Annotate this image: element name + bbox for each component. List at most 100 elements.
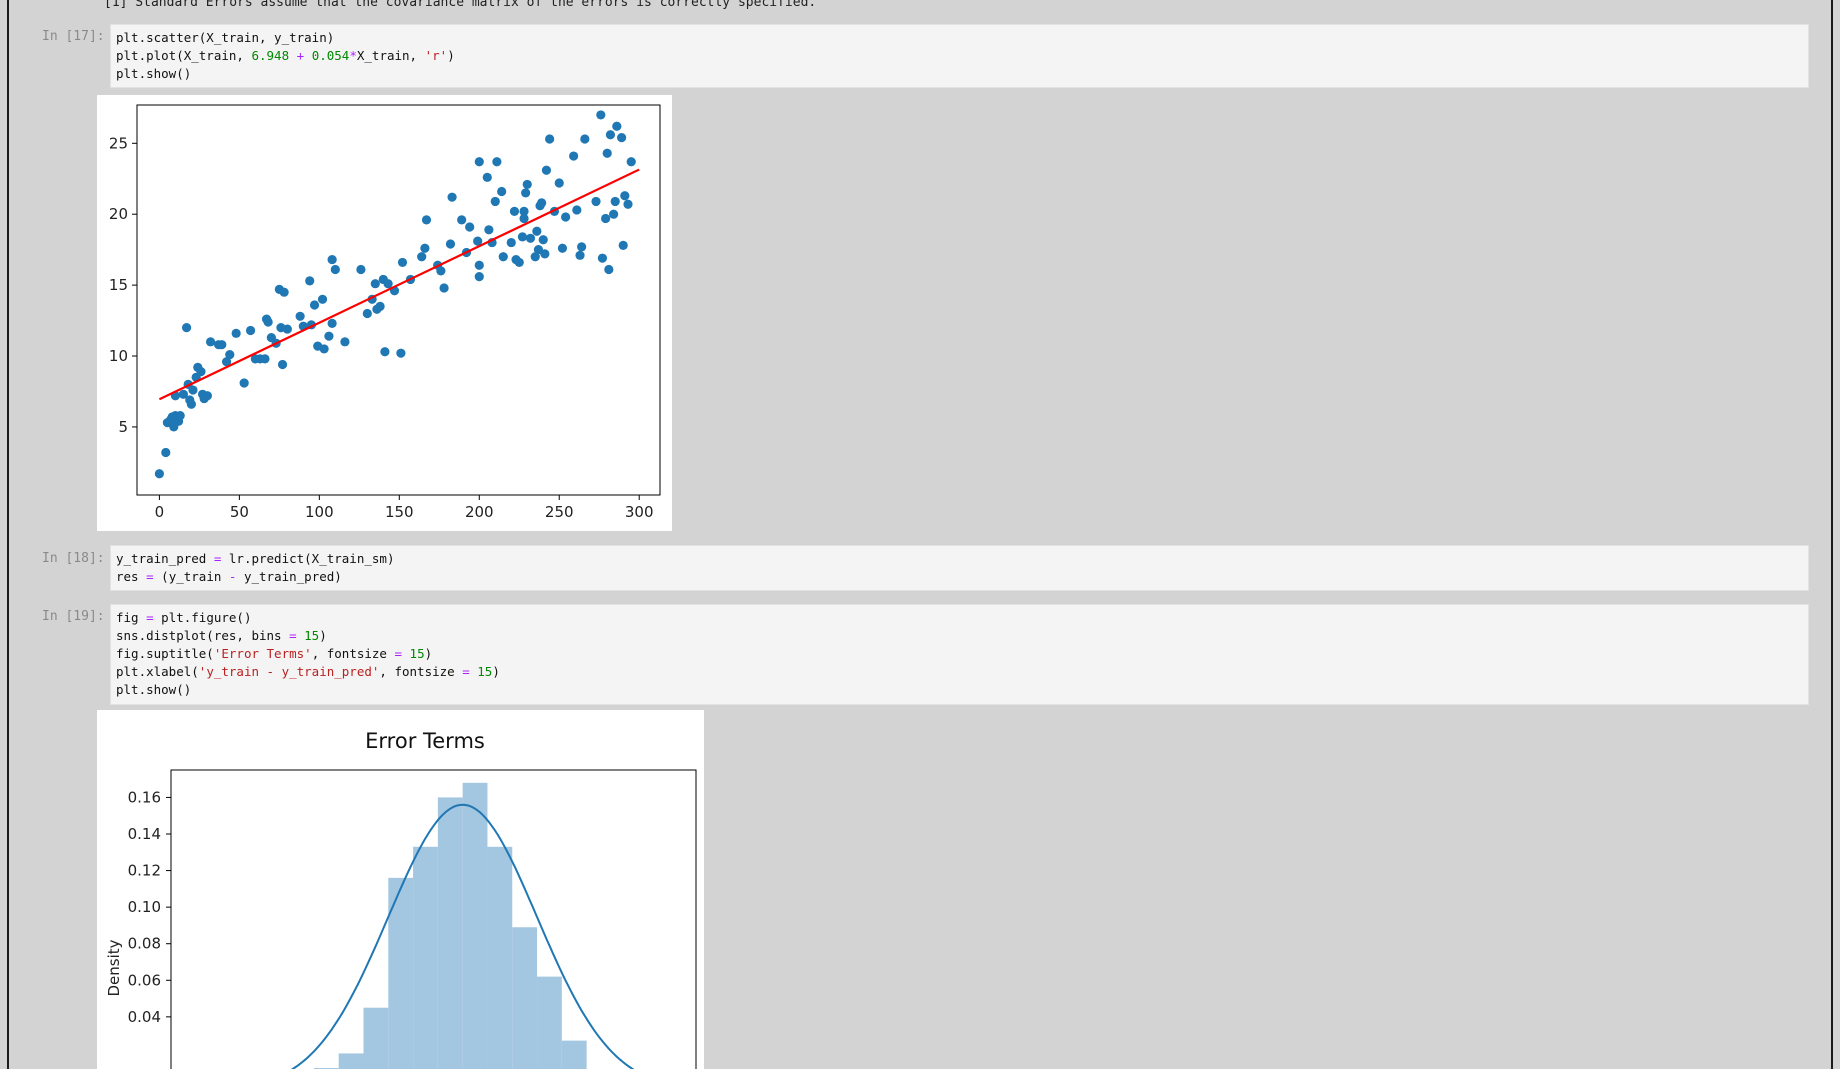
scatter-point <box>537 198 547 208</box>
code-token: res <box>116 569 147 584</box>
scatter-point <box>540 249 550 259</box>
scatter-point <box>484 225 494 235</box>
scatter-point <box>465 222 475 232</box>
x-tick-label: 50 <box>230 503 249 521</box>
scatter-point <box>375 301 385 311</box>
regression-line <box>158 168 640 401</box>
scatter-plot: 0 50 100 150 200 250 300 5 10 15 20 25 <box>109 104 661 521</box>
scatter-point <box>445 239 456 249</box>
code-line: plt.show() <box>116 65 1803 83</box>
code-cell-18[interactable]: y_train_pred = lr.predict(X_train_sm)res… <box>110 545 1809 591</box>
scatter-point <box>605 130 616 140</box>
code-token: , fontsize <box>379 664 463 679</box>
scatter-point <box>161 447 171 458</box>
scatter-point <box>231 328 241 338</box>
scatter-point <box>380 347 390 357</box>
scatter-point <box>245 325 256 336</box>
histogram-plot: Error Terms 0.04 0.06 0.08 0.10 0.12 0.14 0.16 D… <box>105 729 697 1069</box>
code-line: plt.plot(X_train, 6.948 + 0.054*X_train,… <box>116 47 1803 65</box>
x-tick-label: 100 <box>305 503 334 521</box>
scatter-point <box>188 385 198 395</box>
y-tick-label: 0.08 <box>128 935 161 953</box>
code-token: plt.figure() <box>153 610 252 625</box>
scatter-point <box>175 410 185 421</box>
scatter-point <box>604 264 614 275</box>
y-tick-label: 5 <box>118 418 128 436</box>
code-token: ) <box>424 646 433 661</box>
y-tick-label: 25 <box>109 134 128 152</box>
code-token: plt.show() <box>116 66 192 81</box>
histogram-bar <box>512 927 538 1069</box>
code-token: 15 <box>409 646 425 661</box>
code-token: = <box>462 664 470 679</box>
scatter-point <box>474 157 484 167</box>
chart-title: Error Terms <box>365 729 485 753</box>
code-token: fig <box>116 610 147 625</box>
code-token: 15 <box>477 664 493 679</box>
code-token: = <box>394 646 403 661</box>
scatter-point <box>597 253 608 263</box>
y-tick-label: 0.14 <box>128 825 161 843</box>
scatter-point <box>557 243 568 253</box>
histogram-bar <box>462 782 488 1069</box>
code-token: plt.plot(X_train, <box>116 48 252 63</box>
code-cell-19[interactable]: fig = plt.figure() sns.distplot(res, bins… <box>110 604 1809 705</box>
x-tick-label: 150 <box>385 503 414 521</box>
y-tick-label: 0.04 <box>128 1008 161 1026</box>
scatter-point <box>575 250 585 260</box>
scatter-point <box>525 233 536 243</box>
scatter-point <box>330 264 340 275</box>
scatter-point <box>327 318 337 328</box>
scatter-point <box>295 311 305 321</box>
scatter-point <box>509 206 520 216</box>
scatter-point <box>324 331 334 341</box>
code-token: 15 <box>304 628 320 643</box>
scatter-point <box>205 337 216 347</box>
scatter-point <box>186 399 196 409</box>
footnote-text: [1] Standard Errors assume that the cova… <box>104 0 817 10</box>
scatter-point <box>626 157 636 167</box>
code-cell-17[interactable]: plt.scatter(X_train, y_train) plt.plot(X_… <box>110 24 1809 88</box>
scatter-output: 0 50 100 150 200 250 300 5 10 15 20 25 <box>97 95 672 531</box>
scatter-point <box>492 157 502 167</box>
histogram-bar <box>487 846 513 1069</box>
code-token: lr.predict(X_train_sm) <box>221 551 395 566</box>
code-line: fig = plt.figure() <box>116 609 1803 627</box>
code-token: ) <box>319 628 327 643</box>
code-token: 'y_train - y_train_pred' <box>198 664 380 679</box>
y-axis-label: Density <box>105 939 123 996</box>
cell-17-prompt: In [17]: <box>42 29 105 44</box>
y-tick-label: 0.16 <box>128 788 161 806</box>
scatter-point <box>362 308 372 319</box>
scatter-point <box>602 148 612 158</box>
scatter-point <box>417 252 427 262</box>
scatter-point <box>457 215 467 225</box>
code-token: plt.xlabel( <box>116 664 199 679</box>
scatter-point <box>239 378 249 388</box>
y-tick-label: 0.06 <box>128 971 161 989</box>
code-line: plt.xlabel('y_train - y_train_pred', fon… <box>116 663 1803 681</box>
scatter-point <box>580 134 590 144</box>
scatter-point <box>154 469 164 479</box>
scatter-point <box>396 348 406 358</box>
scatter-point <box>572 205 582 215</box>
scatter-point <box>618 240 628 250</box>
histogram-bar <box>537 976 562 1069</box>
scatter-point <box>447 192 457 202</box>
scatter-point <box>196 367 206 377</box>
cell-18-prompt: In [18]: <box>42 551 105 566</box>
x-tick-label: 200 <box>465 503 494 521</box>
histogram-bar <box>437 797 463 1069</box>
code-token: 6.948 <box>251 48 290 63</box>
scatter-point <box>612 121 622 131</box>
code-token: = <box>146 569 154 584</box>
scatter-point <box>356 264 366 275</box>
code-token: y_train_pred <box>116 551 214 566</box>
code-token: = <box>146 610 154 625</box>
scatter-point <box>554 178 564 188</box>
scatter-point <box>497 186 507 197</box>
code-token: ) <box>492 664 500 679</box>
